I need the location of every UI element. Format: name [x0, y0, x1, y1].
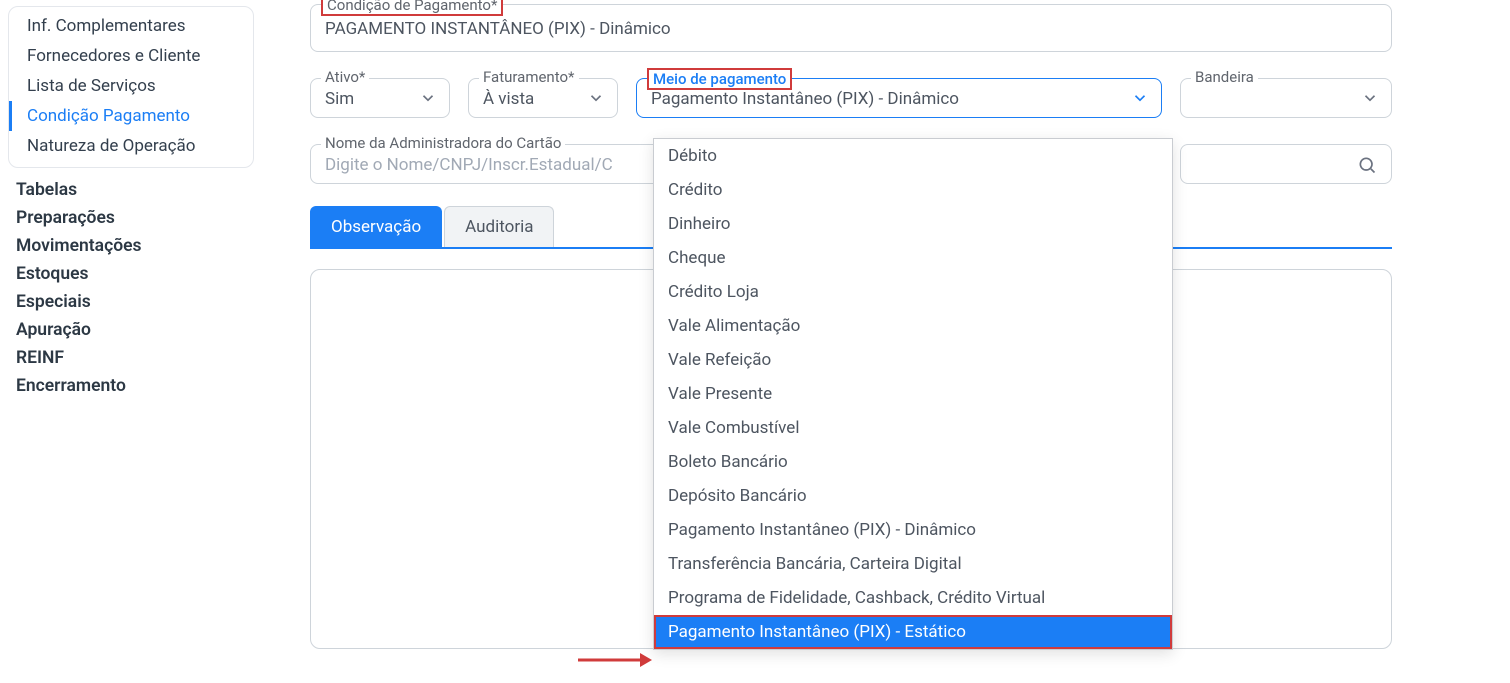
field-condicao-pagamento[interactable]: Condição de Pagamento* PAGAMENTO INSTANT… [310, 4, 1392, 52]
dd-option[interactable]: Vale Combustível [654, 411, 1172, 445]
dd-option-highlighted[interactable]: Pagamento Instantâneo (PIX) - Estático [654, 615, 1172, 649]
sidebar: Inf. Complementares Fornecedores e Clien… [0, 0, 258, 683]
sidebar-heading-reinf[interactable]: REINF [8, 344, 258, 372]
dd-option[interactable]: Boleto Bancário [654, 445, 1172, 479]
sidebar-item-natureza-operacao[interactable]: Natureza de Operação [9, 131, 253, 161]
value-meio-pagamento: Pagamento Instantâneo (PIX) - Dinâmico [651, 89, 1147, 109]
sidebar-heading-movimentacoes[interactable]: Movimentações [8, 232, 258, 260]
tab-observacao[interactable]: Observação [310, 206, 442, 247]
tab-auditoria[interactable]: Auditoria [444, 206, 554, 247]
select-meio-pagamento[interactable]: Meio de pagamento Pagamento Instantâneo … [636, 78, 1162, 118]
sidebar-heading-apuracao[interactable]: Apuração [8, 316, 258, 344]
select-bandeira[interactable]: Bandeira [1180, 78, 1392, 118]
dd-option[interactable]: Crédito [654, 173, 1172, 207]
sidebar-item-lista-servicos[interactable]: Lista de Serviços [9, 71, 253, 101]
label-bandeira: Bandeira [1191, 68, 1258, 86]
sidebar-item-fornecedores[interactable]: Fornecedores e Cliente [9, 41, 253, 71]
label-meio-pagamento: Meio de pagamento [647, 68, 792, 90]
value-ativo: Sim [325, 89, 435, 109]
input-search[interactable] [1180, 144, 1392, 184]
value-faturamento: À vista [483, 89, 603, 109]
dd-option[interactable]: Vale Refeição [654, 343, 1172, 377]
sidebar-item-condicao-pagamento[interactable]: Condição Pagamento [9, 101, 253, 131]
sidebar-heading-tabelas[interactable]: Tabelas [8, 176, 258, 204]
sidebar-item-inf-complementares[interactable]: Inf. Complementares [9, 11, 253, 41]
select-ativo[interactable]: Ativo* Sim [310, 78, 450, 118]
dropdown-meio-pagamento: Débito Crédito Dinheiro Cheque Crédito L… [653, 138, 1173, 650]
dropdown-listbox[interactable]: Débito Crédito Dinheiro Cheque Crédito L… [654, 139, 1172, 649]
annotation-arrow [578, 651, 652, 669]
label-ativo: Ativo* [321, 68, 369, 86]
sidebar-heading-estoques[interactable]: Estoques [8, 260, 258, 288]
sidebar-heading-preparacoes[interactable]: Preparações [8, 204, 258, 232]
sidebar-heading-especiais[interactable]: Especiais [8, 288, 258, 316]
dd-option[interactable]: Vale Presente [654, 377, 1172, 411]
select-faturamento[interactable]: Faturamento* À vista [468, 78, 618, 118]
search-icon [1357, 155, 1377, 175]
dd-option[interactable]: Dinheiro [654, 207, 1172, 241]
label-condicao-pagamento: Condição de Pagamento* [321, 0, 503, 16]
sidebar-group-cadastros: Inf. Complementares Fornecedores e Clien… [8, 6, 254, 168]
value-condicao-pagamento: PAGAMENTO INSTANTÂNEO (PIX) - Dinâmico [325, 19, 1377, 39]
dd-option[interactable]: Programa de Fidelidade, Cashback, Crédit… [654, 581, 1172, 615]
dd-option[interactable]: Depósito Bancário [654, 479, 1172, 513]
dd-option[interactable]: Débito [654, 139, 1172, 173]
sidebar-heading-encerramento[interactable]: Encerramento [8, 372, 258, 400]
label-faturamento: Faturamento* [479, 68, 579, 86]
dd-option[interactable]: Vale Alimentação [654, 309, 1172, 343]
value-bandeira [1195, 89, 1377, 109]
dd-option[interactable]: Cheque [654, 241, 1172, 275]
dd-option[interactable]: Transferência Bancária, Carteira Digital [654, 547, 1172, 581]
dd-option[interactable]: Pagamento Instantâneo (PIX) - Dinâmico [654, 513, 1172, 547]
label-admin-cartao: Nome da Administradora do Cartão [321, 134, 565, 152]
dd-option[interactable]: Crédito Loja [654, 275, 1172, 309]
